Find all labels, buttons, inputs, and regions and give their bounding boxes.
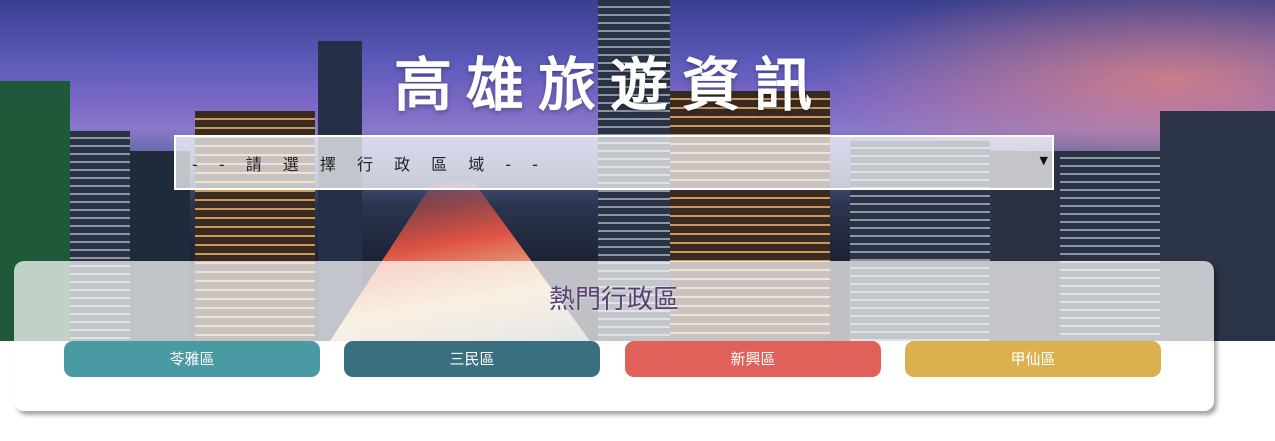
district-button-lingya[interactable]: 苓雅區 [64,341,320,377]
hot-districts-title: 熱門行政區 [548,285,679,315]
district-button-sanmin[interactable]: 三民區 [344,341,600,377]
district-button-jiaxian[interactable]: 甲仙區 [905,341,1161,377]
caret-down-icon: ▼ [1039,154,1048,167]
district-select-value: - - 請 選 擇 行 政 區 域 - - [192,155,546,174]
district-button-xinxing[interactable]: 新興區 [625,341,881,377]
hot-districts-panel: 熱門行政區 苓雅區 三民區 新興區 甲仙區 [14,261,1214,411]
district-select[interactable]: - - 請 選 擇 行 政 區 域 - - ▼ [174,135,1054,190]
page-title: 高雄旅遊資訊 [393,51,826,119]
